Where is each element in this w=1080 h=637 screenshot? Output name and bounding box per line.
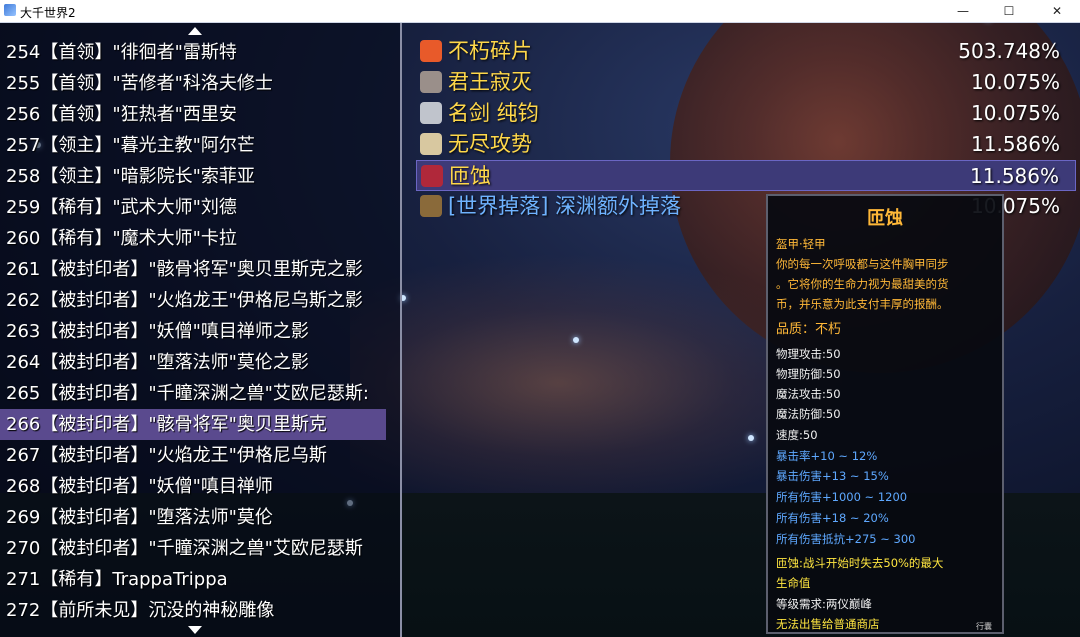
monster-list-item[interactable]: 267【被封印者】"火焰龙王"伊格尼乌斯 [0,440,400,471]
tooltip-item-type: 盔甲·轻甲 [776,237,826,251]
star-sparkle [748,435,754,441]
app-icon [4,4,16,16]
minimize-button[interactable]: — [940,0,986,22]
monster-list-item[interactable]: 263【被封印者】"妖僧"嗔目禅师之影 [0,316,400,347]
monster-list-item[interactable]: 255【首领】"苦修者"科洛夫修士 [0,68,400,99]
sword-icon [420,102,442,124]
monster-list: 254【首领】"徘徊者"雷斯特 255【首领】"苦修者"科洛夫修士 256【首领】"… [0,37,400,626]
drop-rate: 11.586% [971,132,1060,156]
tooltip-effect: 匝蚀:战斗开始时失去50%的最大 [776,556,944,570]
monster-list-item[interactable]: 258【领主】"暗影院长"索菲亚 [0,161,400,192]
drop-item-name: 无尽攻势 [448,132,532,156]
monster-list-item[interactable]: 269【被封印者】"堕落法师"莫伦 [0,502,400,533]
monster-list-item[interactable]: 271【稀有】TrappaTrippa [0,564,400,595]
star-sparkle [573,337,579,343]
scroll-down-arrow-icon[interactable] [188,626,202,634]
monster-list-panel: 254【首领】"徘徊者"雷斯特 255【首领】"苦修者"科洛夫修士 256【首领】"… [0,23,402,637]
drop-item-name: [世界掉落] 深渊额外掉落 [448,194,682,218]
tooltip-bonus: 所有伤害+18 ~ 20% [776,511,889,525]
drop-item-row[interactable]: 匝蚀 11.586% [416,160,1076,191]
drop-item-row[interactable]: 不朽碎片 503.748% [416,36,1076,67]
monster-list-item[interactable]: 259【稀有】"武术大师"刘德 [0,192,400,223]
drop-item-row[interactable]: 无尽攻势 11.586% [416,129,1076,160]
loot-bag-icon [420,195,442,217]
tooltip-requirement: 等级需求:两仪巅峰 [776,597,872,611]
monster-list-item[interactable]: 265【被封印者】"千瞳深渊之兽"艾欧尼瑟斯: [0,378,400,409]
monster-list-item[interactable]: 270【被封印者】"千瞳深渊之兽"艾欧尼瑟斯 [0,533,400,564]
tooltip-quality: 品质：不朽 [776,322,842,337]
chest-armor-icon [421,165,443,187]
tooltip-bonus: 暴击率+10 ~ 12% [776,449,878,463]
window-title: 大千世界2 [20,6,76,20]
tooltip-description-line: 币，并乐意为此支付丰厚的报酬。 [776,297,949,311]
tooltip-stat: 魔法防御:50 [776,407,841,421]
drop-rate: 11.586% [970,164,1059,188]
tooltip-effect: 生命值 [776,576,811,590]
tooltip-stat: 魔法攻击:50 [776,387,841,401]
monster-list-item[interactable]: 256【首领】"狂热者"西里安 [0,99,400,130]
monster-list-item[interactable]: 272【前所未见】沉没的神秘雕像 [0,595,400,626]
tooltip-bonus: 所有伤害抵抗+275 ~ 300 [776,532,916,546]
tooltip-description-line: 你的每一次呼吸都与这件胸甲同步 [776,257,949,271]
monster-list-item[interactable]: 264【被封印者】"堕落法师"莫伦之影 [0,347,400,378]
tooltip-bonus: 所有伤害+1000 ~ 1200 [776,490,908,504]
tooltip-stat: 物理攻击:50 [776,347,841,361]
tooltip-stat: 速度:50 [776,428,818,442]
tooltip-title: 匝蚀 [867,208,903,229]
drop-item-name: 名剑 纯钧 [448,101,539,125]
drop-item-row[interactable]: 君王寂灭 10.075% [416,67,1076,98]
close-button[interactable]: ✕ [1034,0,1080,22]
tooltip-stat: 物理防御:50 [776,367,841,381]
amulet-icon [420,133,442,155]
monster-list-item[interactable]: 268【被封印者】"妖僧"嗔目禅师 [0,471,400,502]
window-titlebar: 大千世界2 — ☐ ✕ [0,0,1080,23]
monster-list-item[interactable]: 261【被封印者】"骸骨将军"奥贝里斯克之影 [0,254,400,285]
monster-list-item[interactable]: 257【领主】"暮光主教"阿尔芒 [0,130,400,161]
tooltip-bonus: 暴击伤害+13 ~ 15% [776,469,889,483]
drop-rate: 10.075% [971,70,1060,94]
item-tooltip: 匝蚀 盔甲·轻甲 你的每一次呼吸都与这件胸甲同步 。它将你的生命力视为最甜美的货… [766,194,1004,634]
maximize-button[interactable]: ☐ [986,0,1032,22]
scroll-up-arrow-icon[interactable] [188,27,202,35]
monster-list-item[interactable]: 254【首领】"徘徊者"雷斯特 [0,37,400,68]
monster-list-item[interactable]: 266【被封印者】"骸骨将军"奥贝里斯克 [0,409,386,440]
tooltip-shop-note: 无法出售给普通商店 [776,617,880,631]
tooltip-description-line: 。它将你的生命力视为最甜美的货 [776,277,949,291]
monster-list-item[interactable]: 262【被封印者】"火焰龙王"伊格尼乌斯之影 [0,285,400,316]
drop-item-name: 君王寂灭 [448,70,532,94]
drop-item-row[interactable]: 名剑 纯钧 10.075% [416,98,1076,129]
drop-item-name: 不朽碎片 [448,39,532,63]
mace-icon [420,71,442,93]
drop-item-name: 匝蚀 [449,164,491,188]
drop-rate: 10.075% [971,101,1060,125]
monster-list-item[interactable]: 260【稀有】"魔术大师"卡拉 [0,223,400,254]
crystal-shard-icon [420,40,442,62]
tooltip-footer: 行囊 [976,622,992,631]
drop-rate: 503.748% [958,39,1060,63]
